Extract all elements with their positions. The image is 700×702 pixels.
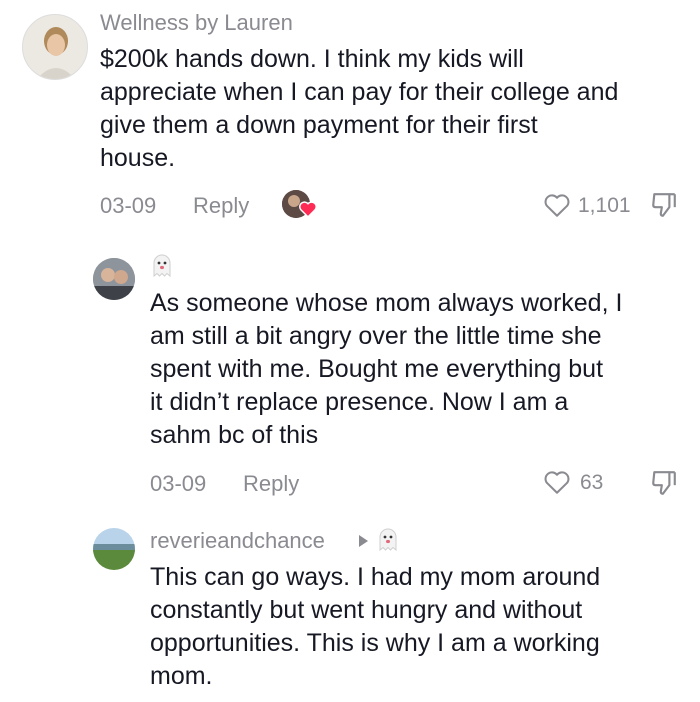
ghost-emoji-icon — [150, 252, 174, 278]
like-count: 63 — [580, 471, 604, 494]
comment-date: 03-09 — [100, 193, 157, 218]
comment-text-line: house. — [100, 144, 176, 172]
comment-text-line: appreciate when I can pay for their coll… — [100, 78, 619, 106]
comment-text-line: sahm bc of this — [150, 421, 319, 449]
liked-by-creator-heart-icon — [299, 201, 317, 217]
avatar-reverieandchance[interactable] — [93, 528, 135, 570]
comment-username[interactable]: Wellness by Lauren — [100, 10, 293, 36]
heart-outline-icon[interactable] — [543, 193, 571, 218]
dislike-icon[interactable] — [651, 191, 677, 219]
comment-text-line: $200k hands down. I think my kids will — [100, 45, 524, 73]
comment-text: As someone whose mom always worked, I am… — [150, 287, 695, 452]
comment-text-line: This can go ways. I had my mom around — [150, 563, 601, 591]
comment-text-line: am still a bit angry over the little tim… — [150, 322, 602, 350]
avatar-wellness-by-lauren[interactable] — [22, 14, 88, 80]
comment-text-line: constantly but went hungry and without — [150, 596, 583, 624]
avatar-reply-user[interactable] — [93, 258, 135, 300]
comment-date: 03-09 — [150, 471, 207, 496]
comment-text-line: spent with me. Bought me everything but — [150, 355, 604, 383]
comment-text-line: As someone whose mom always worked, I — [150, 289, 623, 317]
ghost-emoji-icon — [376, 526, 400, 552]
comment-text-line: opportunities. This is why I am a workin… — [150, 629, 600, 657]
reply-button[interactable]: Reply — [193, 193, 249, 219]
dislike-icon[interactable] — [651, 469, 677, 497]
comment-text: $200k hands down. I think my kids will a… — [100, 43, 690, 175]
heart-outline-icon[interactable] — [543, 470, 571, 495]
like-count: 1,101 — [578, 194, 631, 217]
comment-username[interactable]: reverieandchance — [150, 528, 325, 554]
comment-text-line: mom. — [150, 662, 213, 690]
reply-button[interactable]: Reply — [243, 471, 299, 497]
comment-text-line: give them a down payment for their first — [100, 111, 538, 139]
comment-text: This can go ways. I had my mom around co… — [150, 561, 695, 693]
play-arrow-icon — [357, 534, 369, 548]
comment-text-line: it didn’t replace presence. Now I am a — [150, 388, 569, 416]
